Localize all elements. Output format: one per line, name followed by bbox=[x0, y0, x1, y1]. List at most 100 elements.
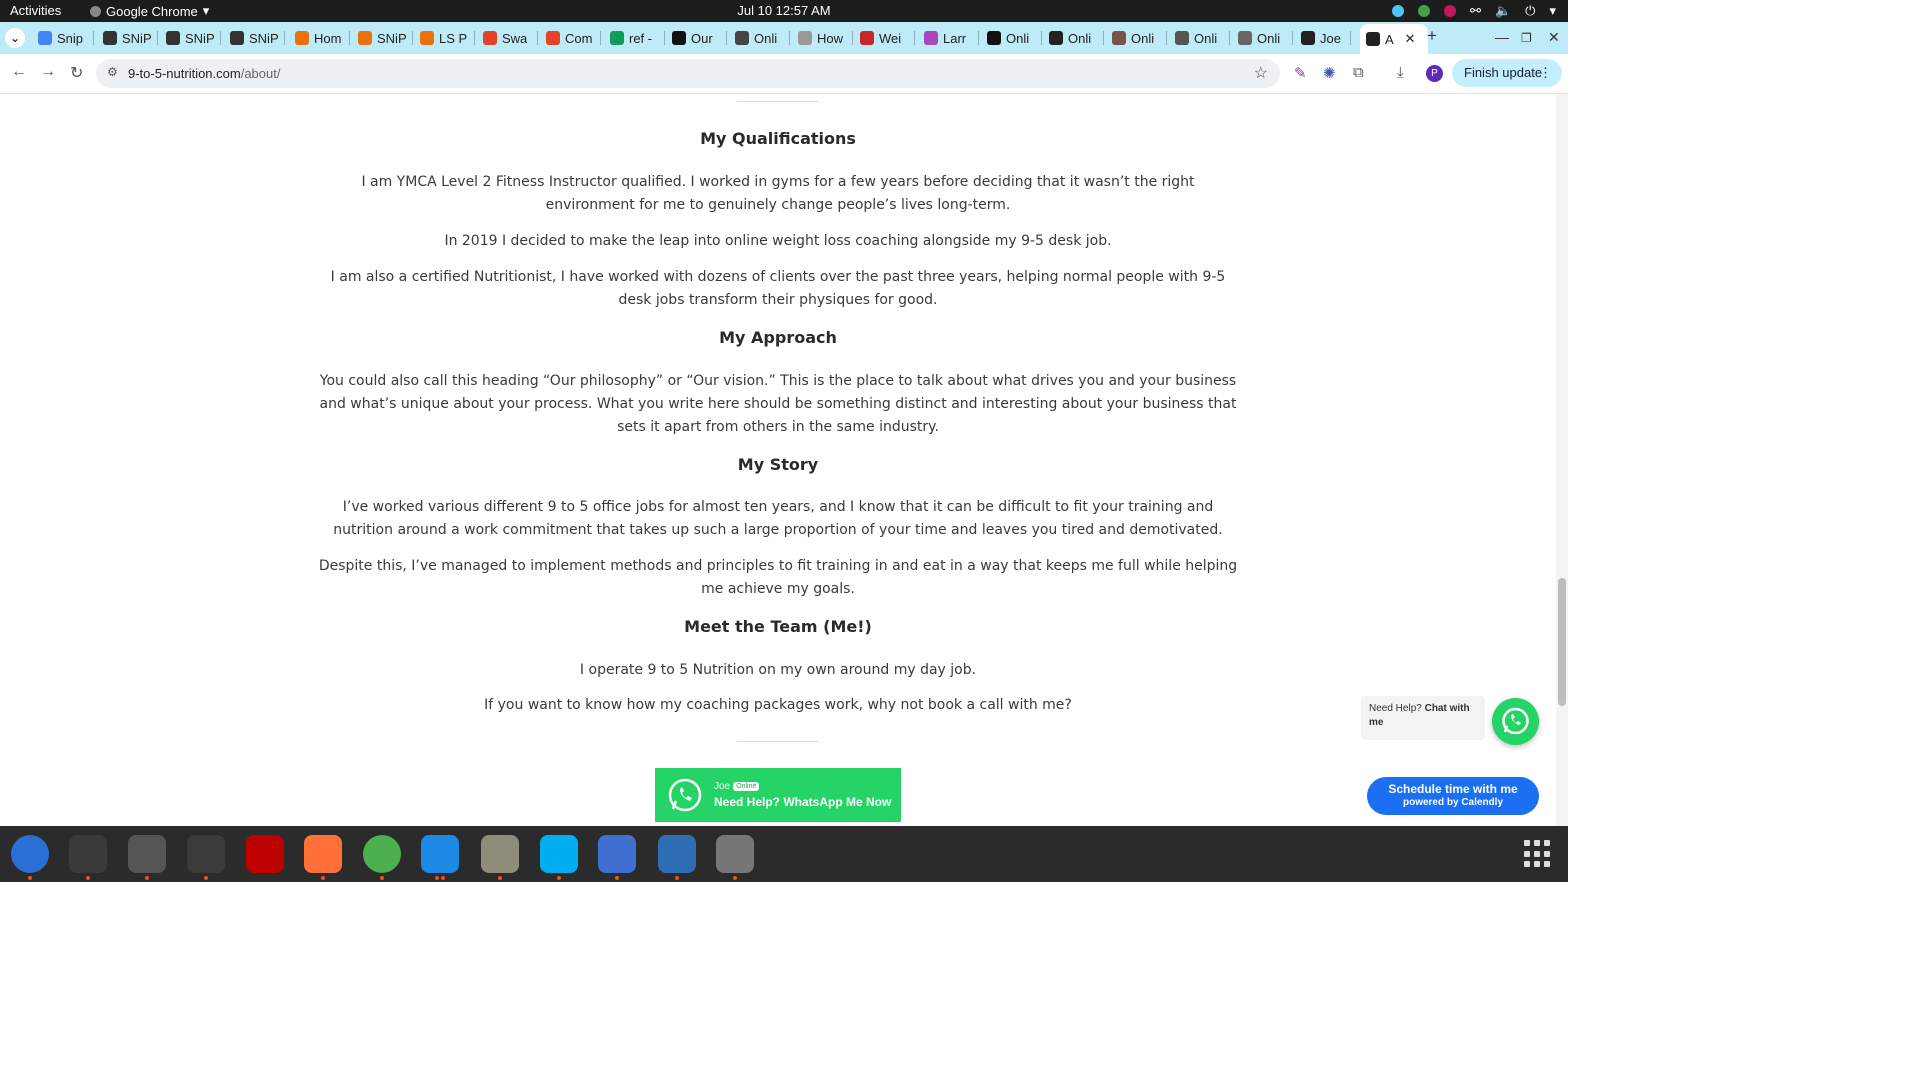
tray-app-icon[interactable] bbox=[1392, 5, 1405, 17]
new-tab-button[interactable]: + bbox=[1427, 26, 1437, 46]
skype-icon[interactable] bbox=[540, 835, 578, 873]
text-editor-icon[interactable] bbox=[598, 835, 636, 873]
headset-icon bbox=[1366, 32, 1380, 46]
show-apps-grid-icon[interactable] bbox=[1524, 840, 1552, 868]
tab-8[interactable]: Com bbox=[546, 28, 601, 48]
address-bar[interactable]: ⚙ 9-to-5-nutrition.com/about/ ☆ bbox=[96, 59, 1280, 88]
minimize-button[interactable]: — bbox=[1495, 29, 1509, 45]
tab-separator bbox=[852, 31, 853, 45]
story-paragraph-2: Despite this, I’ve managed to implement … bbox=[318, 558, 1238, 597]
clock[interactable]: Jul 10 12:57 AM bbox=[0, 3, 1568, 18]
tab-9[interactable]: ref - bbox=[610, 28, 665, 48]
tab-20[interactable]: Joe bbox=[1301, 28, 1351, 48]
close-window-button[interactable]: ✕ bbox=[1548, 29, 1560, 46]
profile-avatar[interactable]: P bbox=[1426, 65, 1443, 82]
tab-21[interactable]: A ✕ bbox=[1360, 24, 1428, 54]
calendly-schedule-button[interactable]: Schedule time with me powered by Calendl… bbox=[1367, 777, 1539, 815]
download-icon[interactable]: ⤓ bbox=[1397, 64, 1404, 81]
activities-button[interactable]: Activities bbox=[10, 3, 61, 18]
power-icon[interactable]: ⏻ bbox=[1525, 3, 1535, 19]
tab-14[interactable]: Larr bbox=[924, 28, 979, 48]
whatsapp-contact-name: Joe bbox=[714, 781, 731, 792]
caret-down-icon: ▾ bbox=[202, 3, 210, 18]
thunderbird-icon[interactable] bbox=[11, 835, 49, 873]
system-monitor-icon[interactable] bbox=[187, 835, 225, 873]
files-icon[interactable] bbox=[481, 835, 519, 873]
tab-5[interactable]: SNiP bbox=[358, 28, 413, 48]
sheets-icon bbox=[610, 31, 624, 45]
tray-color-icon[interactable] bbox=[1444, 5, 1457, 17]
tab-label: Onli bbox=[1194, 30, 1218, 46]
system-tray[interactable]: ⚯ 🔈 ⏻ ▾ bbox=[1392, 3, 1556, 19]
team-paragraph-2[interactable]: If you want to know how my coaching pack… bbox=[316, 694, 1240, 717]
tab-label: SNiP bbox=[377, 30, 407, 46]
tab-3[interactable]: SNiP bbox=[230, 28, 285, 48]
tab-18[interactable]: Onli bbox=[1175, 28, 1230, 48]
finish-update-button[interactable]: Finish update ⋮ bbox=[1452, 59, 1562, 87]
qualifications-heading: My Qualifications bbox=[700, 129, 856, 148]
chrome-icon[interactable] bbox=[363, 835, 401, 873]
tab-0[interactable]: Snip bbox=[38, 28, 94, 48]
site-info-icon[interactable]: ⚙ bbox=[107, 65, 118, 79]
tab-label: Wei bbox=[879, 30, 902, 46]
tab-label: Larr bbox=[943, 30, 967, 46]
check-icon[interactable] bbox=[1418, 5, 1431, 17]
snip-logo-icon bbox=[166, 31, 180, 45]
tab-separator bbox=[93, 31, 94, 45]
filezilla-icon[interactable] bbox=[246, 835, 284, 873]
tab-13[interactable]: Wei bbox=[860, 28, 915, 48]
pen-extension-icon[interactable]: ✎ bbox=[1294, 64, 1307, 82]
tab-17[interactable]: Onli bbox=[1112, 28, 1167, 48]
url-host: 9-to-5-nutrition.com bbox=[128, 66, 241, 81]
calculator-icon[interactable] bbox=[128, 835, 166, 873]
chevron-down-icon[interactable]: ▾ bbox=[1549, 3, 1556, 19]
tab-1[interactable]: SNiP bbox=[103, 28, 158, 48]
tab-search-button[interactable]: ⌄ bbox=[5, 28, 25, 48]
tab-7[interactable]: Swa bbox=[483, 28, 538, 48]
back-button[interactable]: ← bbox=[11, 63, 27, 81]
disk-utility-icon[interactable] bbox=[716, 835, 754, 873]
whatsapp-float-button[interactable] bbox=[1492, 698, 1539, 745]
whatsapp-banner-button[interactable]: Joe Online Need Help? WhatsApp Me Now bbox=[655, 768, 901, 822]
tab-label: SNiP bbox=[249, 30, 279, 46]
github-icon bbox=[672, 31, 686, 45]
tab-16[interactable]: Onli bbox=[1049, 28, 1104, 48]
reload-button[interactable]: ↻ bbox=[70, 63, 83, 83]
forward-button[interactable]: → bbox=[40, 63, 56, 81]
network-icon[interactable]: ⚯ bbox=[1470, 3, 1481, 19]
app-menu[interactable]: Google Chrome ▾ bbox=[90, 3, 209, 19]
terminal-icon[interactable] bbox=[69, 835, 107, 873]
tab-11[interactable]: Onli bbox=[735, 28, 790, 48]
tab-separator bbox=[1166, 31, 1167, 45]
gear-extension-icon[interactable]: ✺ bbox=[1323, 64, 1336, 82]
document-viewer-icon[interactable] bbox=[658, 835, 696, 873]
firefox-icon[interactable] bbox=[304, 835, 342, 873]
scrollbar-thumb[interactable] bbox=[1558, 578, 1566, 706]
extensions-puzzle-icon[interactable]: ⧉ bbox=[1353, 64, 1364, 81]
bookmark-star-icon[interactable]: ☆ bbox=[1254, 63, 1268, 83]
tab-separator bbox=[978, 31, 979, 45]
page-scrollbar[interactable] bbox=[1556, 94, 1568, 826]
tab-label: How bbox=[817, 30, 844, 46]
tab-separator bbox=[664, 31, 665, 45]
tab-label: Snip bbox=[57, 30, 84, 46]
tab-4[interactable]: Hom bbox=[295, 28, 350, 48]
tab-6[interactable]: LS P bbox=[420, 28, 475, 48]
url-text[interactable]: 9-to-5-nutrition.com/about/ bbox=[128, 66, 280, 81]
glasses-icon bbox=[1175, 31, 1189, 45]
tab-separator bbox=[284, 31, 285, 45]
vscode-icon[interactable] bbox=[421, 835, 459, 873]
volume-icon[interactable]: 🔈 bbox=[1495, 3, 1511, 19]
close-tab-icon[interactable]: ✕ bbox=[1405, 31, 1416, 47]
divider bbox=[737, 741, 819, 742]
chat-help-bubble[interactable]: Need Help? Chat with me bbox=[1361, 696, 1485, 740]
help-prefix: Need Help? bbox=[1369, 703, 1422, 714]
tab-12[interactable]: How bbox=[798, 28, 853, 48]
tab-2[interactable]: SNiP bbox=[166, 28, 221, 48]
tab-15[interactable]: Onli bbox=[987, 28, 1042, 48]
tab-10[interactable]: Our bbox=[672, 28, 727, 48]
qualifications-paragraph-2: In 2019 I decided to make the leap into … bbox=[444, 233, 1112, 249]
restore-button[interactable]: ❐ bbox=[1521, 31, 1532, 45]
kebab-menu-icon[interactable]: ⋮ bbox=[1539, 59, 1552, 87]
tab-19[interactable]: Onli bbox=[1238, 28, 1293, 48]
